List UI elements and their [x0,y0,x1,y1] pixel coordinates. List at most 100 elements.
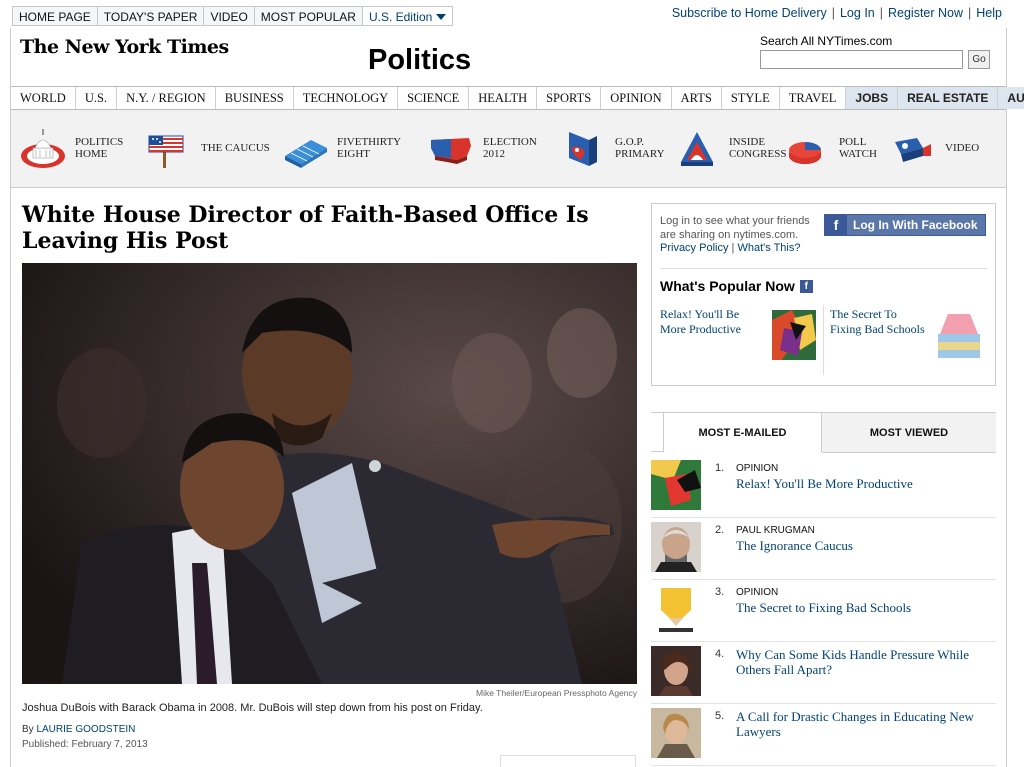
subnav-line1: G.O.P. [615,136,645,148]
article-headline: White House Director of Faith-Based Offi… [22,202,589,254]
section-nav-health[interactable]: HEALTH [469,87,538,109]
item-title-link[interactable]: The Ignorance Caucus [736,538,996,553]
published-date: Published: February 7, 2013 [22,739,148,750]
section-nav-style[interactable]: STYLE [722,87,780,109]
author-link[interactable]: LAURIE GOODSTEIN [36,724,135,735]
separator: | [831,6,835,20]
section-nav: WORLD U.S. N.Y. / REGION BUSINESS TECHNO… [11,86,1024,110]
popular-now-title: What's Popular Now [660,278,795,294]
privacy-policy-link[interactable]: Privacy Policy [660,242,728,254]
divider [651,451,663,452]
politics-subnav: POLITICS HOME THE CAUCUS FIVETHIRTY EIGHT … [11,110,1006,188]
video-camera-icon [895,138,931,162]
item-kicker: OPINION [736,463,779,474]
list-item[interactable]: 5. A Call for Drastic Changes in Educati… [651,704,996,766]
top-nav-home-page[interactable]: HOME PAGE [13,7,98,25]
edition-dropdown[interactable]: U.S. Edition [362,7,453,25]
section-nav-autos[interactable]: AUTOS [998,87,1024,109]
subnav-fivethirtyeight[interactable]: FIVETHIRTY EIGHT [281,120,401,176]
subnav-politics-home[interactable]: POLITICS HOME [19,120,123,176]
item-thumbnail [651,708,701,758]
subnav-inside-congress[interactable]: INSIDE CONGRESS [673,120,786,176]
facebook-prompt: Log in to see what your friends are shar… [660,215,810,241]
separator: | [968,6,972,20]
list-item[interactable]: 4. Why Can Some Kids Handle Pressure Whi… [651,642,996,704]
subnav-line2: 2012 [483,148,505,160]
subnav-line1: INSIDE [729,136,766,148]
section-nav-arts[interactable]: ARTS [672,87,722,109]
divider [823,305,824,375]
item-thumbnail [651,646,701,696]
item-kicker: PAUL KRUGMAN [736,525,815,536]
edition-label: U.S. Edition [368,10,433,24]
facebook-icon: f [825,215,847,235]
item-title-link[interactable]: Why Can Some Kids Handle Pressure While … [736,647,996,677]
facebook-login-button[interactable]: f Log In With Facebook [824,214,986,236]
subnav-line2: EIGHT [337,148,370,160]
item-thumbnail [651,522,701,572]
item-thumbnail [651,584,701,634]
section-nav-jobs[interactable]: JOBS [846,87,899,109]
subnav-line1: VIDEO [945,142,980,154]
section-nav-opinion[interactable]: OPINION [601,87,672,109]
popular-now-item-2[interactable]: The Secret To Fixing Bad Schools [830,307,930,337]
item-title-link[interactable]: Relax! You'll Be More Productive [736,476,996,491]
login-link[interactable]: Log In [840,6,875,20]
separator: | [731,242,735,254]
popular-now-thumb-1[interactable] [772,310,816,360]
subnav-video[interactable]: VIDEO [889,120,979,176]
top-nav-video[interactable]: VIDEO [204,7,255,25]
tab-most-emailed[interactable]: MOST E-MAILED [663,412,822,452]
list-item[interactable]: 3. OPINION The Secret to Fixing Bad Scho… [651,580,996,642]
item-title-link[interactable]: The Secret to Fixing Bad Schools [736,600,996,615]
subnav-label: POLITICS HOME [75,136,123,160]
nyt-logo[interactable]: The New York Times [20,36,229,58]
search-label: Search All NYTimes.com [760,34,893,48]
item-number: 5. [715,710,725,722]
section-nav-us[interactable]: U.S. [76,87,118,109]
section-nav-business[interactable]: BUSINESS [216,87,294,109]
subnav-label: FIVETHIRTY EIGHT [337,136,401,160]
separator: | [879,6,883,20]
section-nav-nyregion[interactable]: N.Y. / REGION [117,87,216,109]
search-input[interactable] [760,50,963,69]
subnav-label: G.O.P. PRIMARY [615,136,665,160]
subnav-election-2012[interactable]: ELECTION 2012 [427,120,537,176]
section-nav-travel[interactable]: TRAVEL [780,87,847,109]
list-item[interactable]: 2. PAUL KRUGMAN The Ignorance Caucus [651,518,996,580]
subnav-poll-watch[interactable]: POLL WATCH [783,120,877,176]
top-nav-todays-paper[interactable]: TODAY'S PAPER [97,7,205,25]
popular-now-thumb-2[interactable] [936,312,982,360]
chevron-down-icon [436,14,447,20]
subnav-line1: ELECTION [483,136,537,148]
page-title: Politics [368,44,472,76]
item-number: 2. [715,524,725,536]
section-nav-world[interactable]: WORLD [11,87,76,109]
item-title-link[interactable]: A Call for Drastic Changes in Educating … [736,709,996,739]
flag-sign-icon [148,135,184,168]
share-tools-box [500,755,636,767]
top-nav-most-popular[interactable]: MOST POPULAR [254,7,363,25]
section-nav-science[interactable]: SCIENCE [398,87,470,109]
subnav-label: ELECTION 2012 [483,136,537,160]
subnav-label: POLL WATCH [839,136,877,160]
section-nav-sports[interactable]: SPORTS [537,87,602,109]
tab-most-viewed[interactable]: MOST VIEWED [822,413,996,453]
search-go-button[interactable]: Go [968,50,990,69]
subnav-the-caucus[interactable]: THE CAUCUS [145,120,270,176]
us-map-icon [431,138,471,164]
popular-now-item-1[interactable]: Relax! You'll Be More Productive [660,307,768,337]
list-item[interactable]: 1. OPINION Relax! You'll Be More Product… [651,456,996,518]
whats-this-link[interactable]: What's This? [737,242,800,254]
capitol-icon [21,129,65,168]
divider [660,268,987,269]
help-link[interactable]: Help [976,6,1002,20]
article-photo[interactable] [22,263,637,684]
subnav-line1: POLITICS [75,136,124,148]
subscribe-link[interactable]: Subscribe to Home Delivery [672,6,827,20]
section-nav-technology[interactable]: TECHNOLOGY [294,87,399,109]
subnav-line2: HOME [75,148,108,160]
register-link[interactable]: Register Now [888,6,963,20]
subnav-gop-primary[interactable]: G.O.P. PRIMARY [559,120,665,176]
section-nav-real-estate[interactable]: REAL ESTATE [898,87,999,109]
